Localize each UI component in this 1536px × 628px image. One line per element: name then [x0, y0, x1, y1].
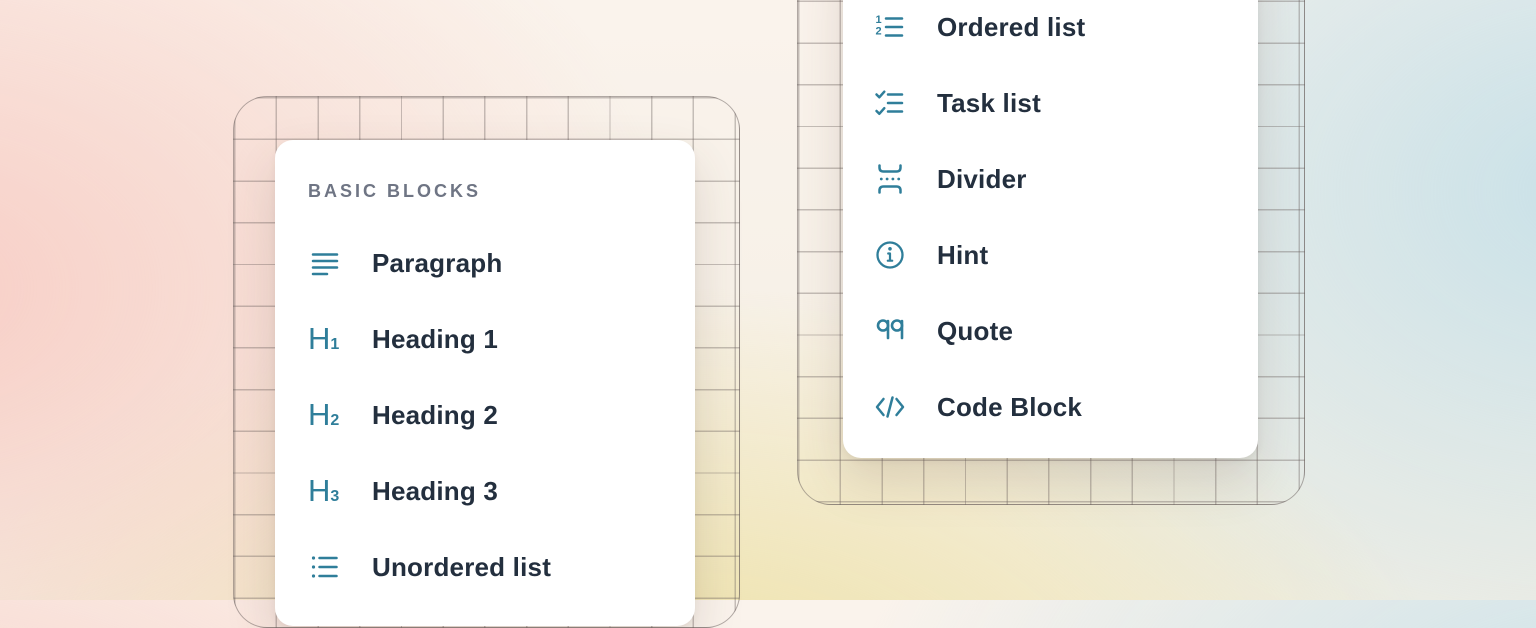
menu-item-heading-2[interactable]: H2 Heading 2: [308, 377, 662, 453]
blocks-menu-continued: 12 Ordered list Task list Divider Hint Quote C…: [843, 0, 1258, 458]
menu-item-label: Paragraph: [372, 248, 502, 279]
menu-item-divider[interactable]: Divider: [873, 141, 1228, 217]
heading-2-icon: H2: [308, 398, 342, 432]
heading-3-icon: H3: [308, 474, 342, 508]
menu-item-label: Ordered list: [937, 12, 1085, 43]
divider-icon: [873, 162, 907, 196]
hint-icon: [873, 238, 907, 272]
paragraph-icon: [308, 246, 342, 280]
menu-section-title: BASIC BLOCKS: [308, 180, 662, 202]
code-block-icon: [873, 390, 907, 424]
menu-item-unordered-list[interactable]: Unordered list: [308, 529, 662, 605]
svg-text:1: 1: [876, 14, 882, 26]
menu-item-label: Hint: [937, 240, 988, 271]
menu-item-label: Code Block: [937, 392, 1082, 423]
menu-item-label: Task list: [937, 88, 1041, 119]
menu-item-label: Heading 3: [372, 476, 498, 507]
menu-item-label: Divider: [937, 164, 1027, 195]
heading-1-icon: H1: [308, 322, 342, 356]
menu-item-task-list[interactable]: Task list: [873, 65, 1228, 141]
menu-item-hint[interactable]: Hint: [873, 217, 1228, 293]
menu-item-label: Heading 2: [372, 400, 498, 431]
unordered-list-icon: [308, 550, 342, 584]
blocks-item-list: 12 Ordered list Task list Divider Hint Quote C…: [873, 0, 1228, 445]
svg-text:2: 2: [876, 26, 882, 38]
basic-blocks-menu: BASIC BLOCKS Paragraph H1 Heading 1 H2 Headi…: [275, 140, 695, 626]
basic-blocks-item-list: Paragraph H1 Heading 1 H2 Heading 2 H3 Heading…: [308, 225, 662, 605]
menu-item-label: Quote: [937, 316, 1013, 347]
menu-item-paragraph[interactable]: Paragraph: [308, 225, 662, 301]
menu-item-heading-3[interactable]: H3 Heading 3: [308, 453, 662, 529]
ordered-list-icon: 12: [873, 10, 907, 44]
menu-item-label: Heading 1: [372, 324, 498, 355]
task-list-icon: [873, 86, 907, 120]
menu-item-label: Unordered list: [372, 552, 551, 583]
menu-item-heading-1[interactable]: H1 Heading 1: [308, 301, 662, 377]
quote-icon: [873, 314, 907, 348]
menu-item-ordered-list[interactable]: 12 Ordered list: [873, 0, 1228, 65]
menu-item-quote[interactable]: Quote: [873, 293, 1228, 369]
menu-item-code-block[interactable]: Code Block: [873, 369, 1228, 445]
